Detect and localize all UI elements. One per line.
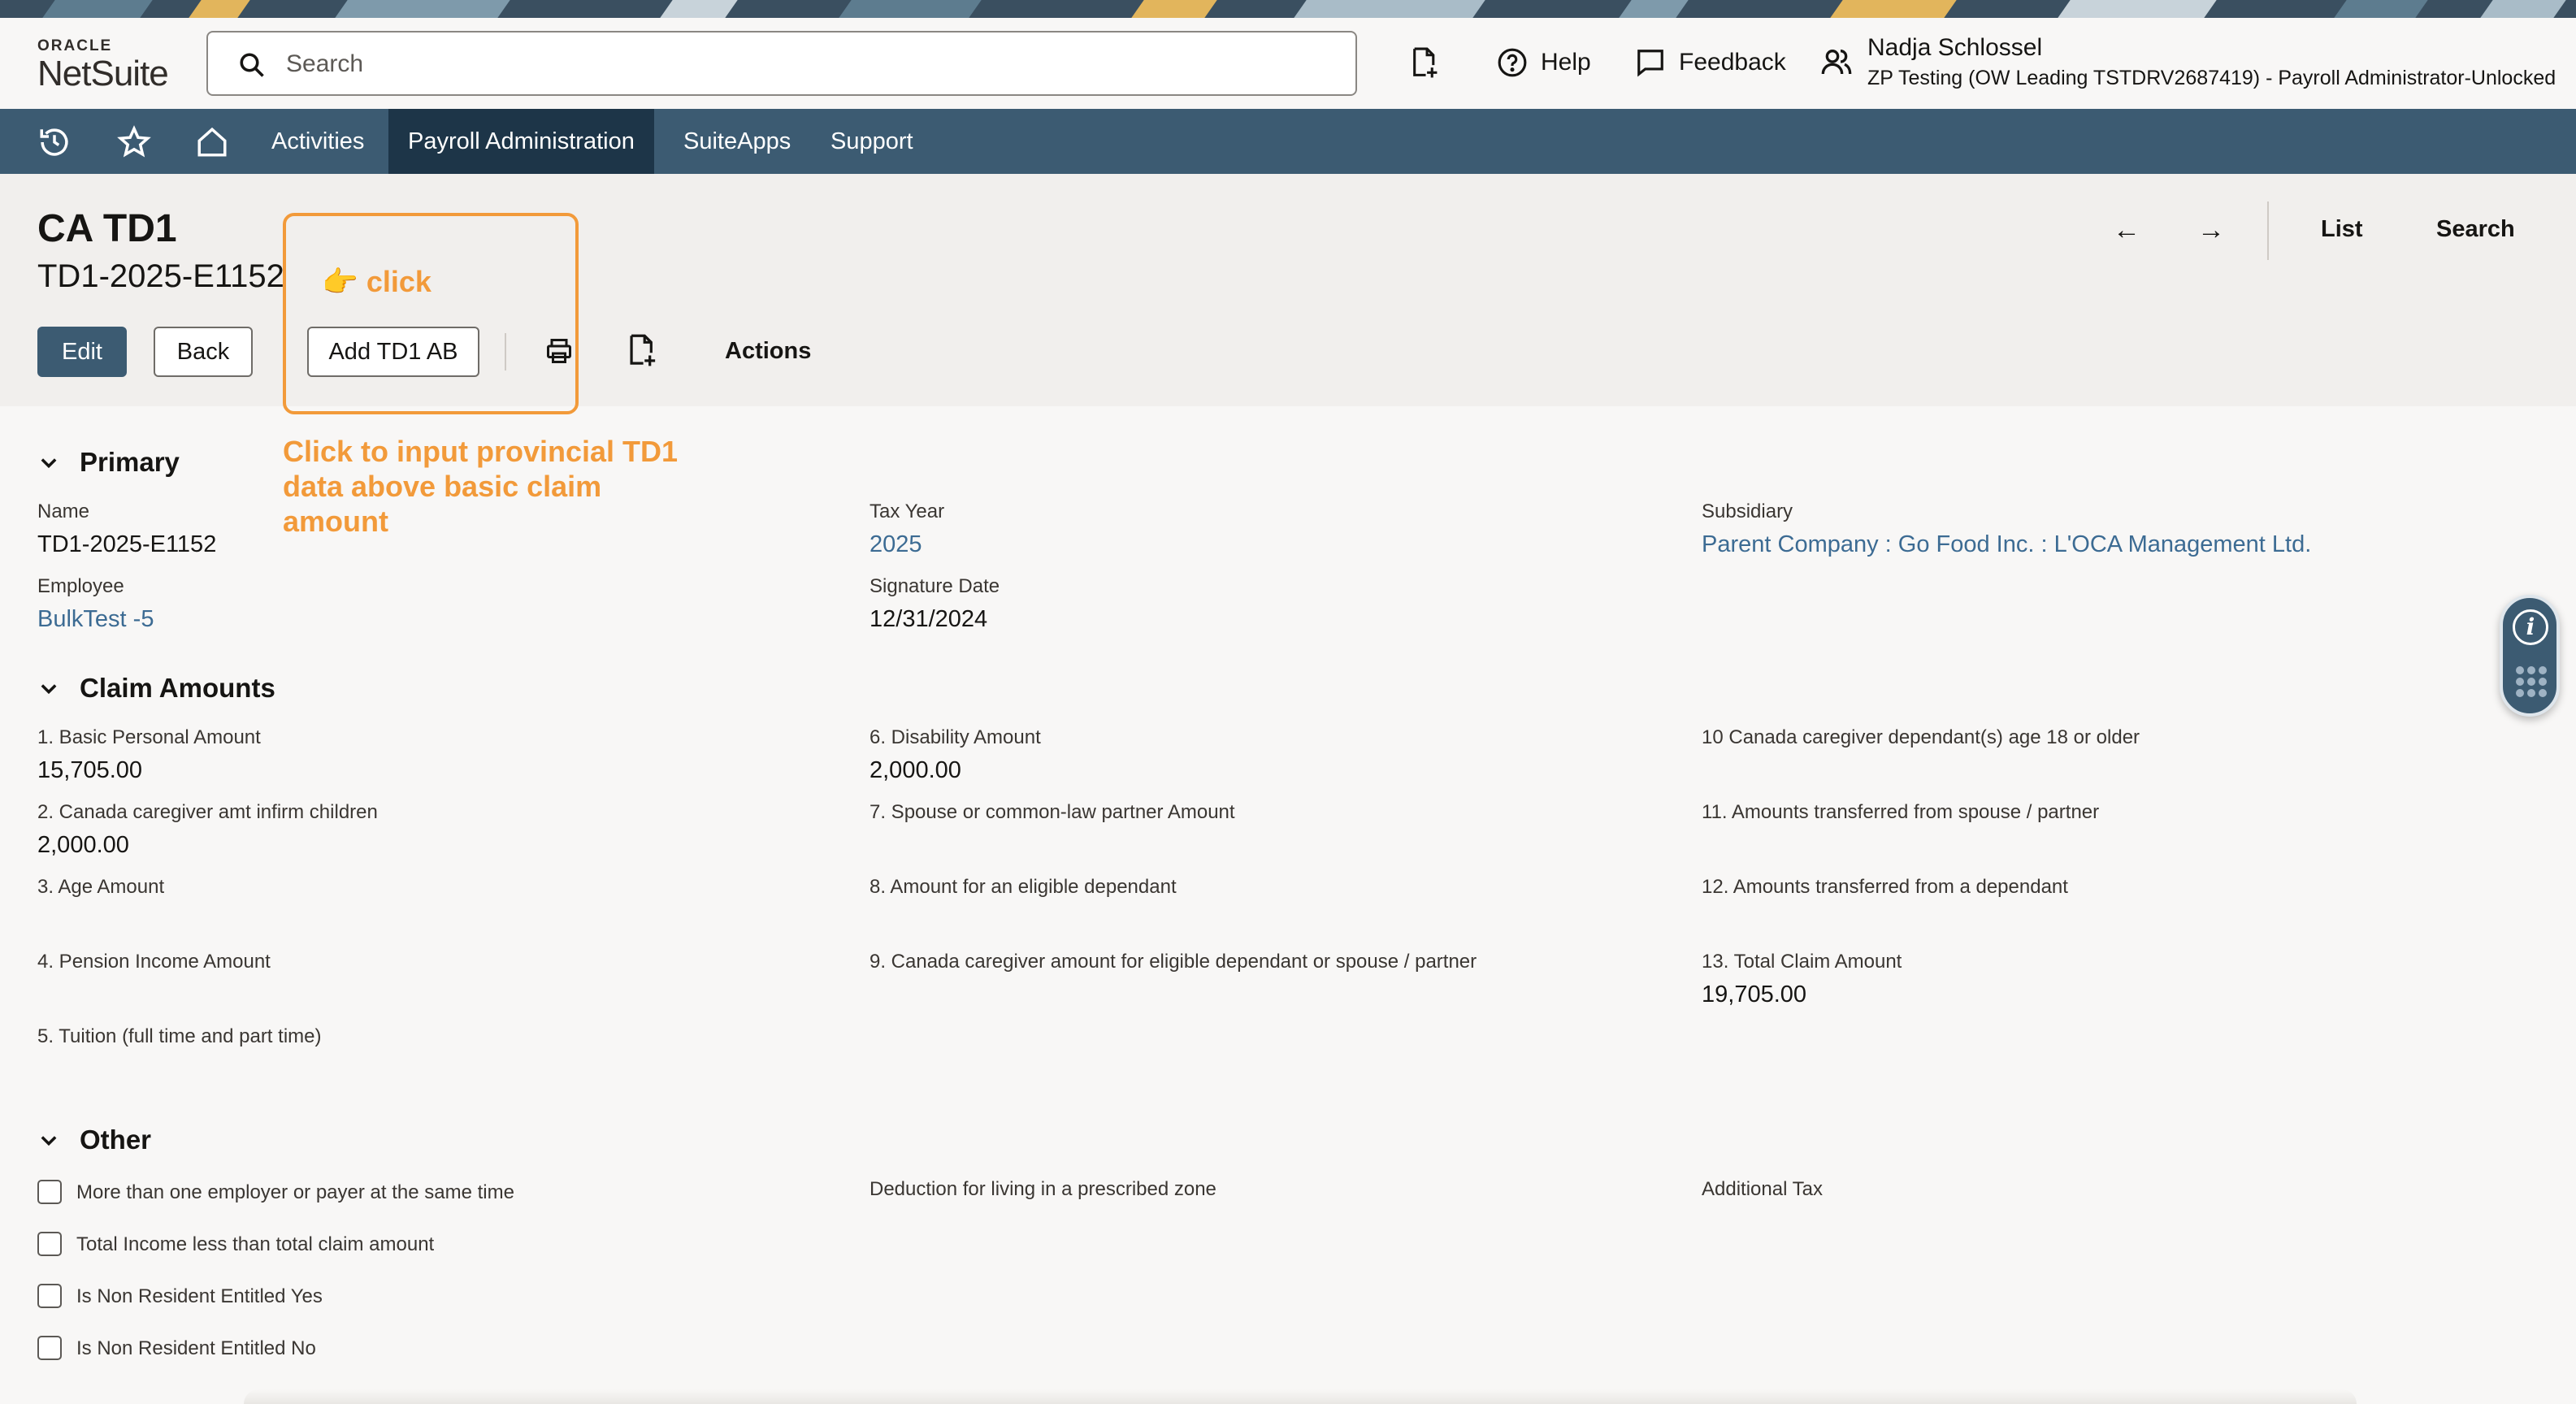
apps-grid-icon[interactable]	[2516, 666, 2547, 697]
checkbox-non-resident-no[interactable]	[37, 1336, 62, 1360]
feedback-icon	[1637, 50, 1663, 77]
checkbox-income-less-than-claim[interactable]	[37, 1232, 62, 1256]
section-primary-header[interactable]: Primary	[37, 447, 180, 478]
history-icon[interactable]	[37, 125, 72, 159]
chevron-down-icon	[41, 1136, 57, 1146]
home-icon[interactable]	[195, 125, 229, 159]
new-record-button[interactable]	[1409, 42, 1453, 83]
name-label: Name	[37, 500, 90, 522]
tab-activities[interactable]: Activities	[252, 109, 384, 174]
checkbox-non-resident-yes[interactable]	[37, 1284, 62, 1308]
checkbox-non-resident-yes-label: Is Non Resident Entitled Yes	[76, 1285, 323, 1307]
next-record-button[interactable]: →	[2197, 214, 2225, 246]
section-other-title: Other	[80, 1124, 152, 1155]
tab-suiteapps[interactable]: SuiteApps	[664, 109, 810, 174]
section-claim-amounts-header[interactable]: Claim Amounts	[37, 673, 275, 704]
user-role: ZP Testing (OW Leading TSTDRV2687419) - …	[1867, 67, 2556, 89]
help-icon	[1498, 48, 1527, 77]
subsidiary-link[interactable]: Parent Company : Go Food Inc. : L'OCA Ma…	[1702, 531, 2311, 558]
header-divider	[2267, 202, 2269, 260]
record-type-title: CA TD1	[37, 207, 177, 250]
prescribed-zone-label: Deduction for living in a prescribed zon…	[870, 1178, 1216, 1200]
employee-label: Employee	[37, 575, 124, 597]
help-label: Help	[1541, 49, 1591, 76]
help-button[interactable]: Help	[1497, 42, 1591, 83]
checkbox-non-resident-no-label: Is Non Resident Entitled No	[76, 1337, 316, 1359]
additional-tax-label: Additional Tax	[1702, 1178, 1823, 1200]
section-primary-title: Primary	[80, 447, 180, 477]
logo-netsuite-text: NetSuite	[37, 54, 169, 93]
search-link[interactable]: Search	[2436, 216, 2515, 243]
header-decoration-strip	[0, 0, 2576, 18]
checkbox-more-than-one-employer[interactable]	[37, 1180, 62, 1204]
annotation-click-label: 👉 click	[322, 265, 432, 298]
caregiver-eligible-dependant-label: 9. Canada caregiver amount for eligible …	[870, 951, 1477, 973]
annotation-note: Click to input provincial TD1 data above…	[283, 435, 679, 538]
checkbox-more-than-one-employer-label: More than one employer or payer at the s…	[76, 1181, 514, 1203]
logo-oracle-text: ORACLE	[37, 37, 113, 54]
total-claim-amount-label: 13. Total Claim Amount	[1702, 951, 1902, 973]
caregiver-dependants-18-label: 10 Canada caregiver dependant(s) age 18 …	[1702, 726, 2140, 748]
signature-date-value: 12/31/2024	[870, 606, 988, 632]
list-link[interactable]: List	[2321, 216, 2363, 243]
star-icon[interactable]	[117, 125, 151, 159]
record-id: TD1-2025-E1152	[37, 258, 284, 294]
chevron-down-icon	[41, 684, 57, 695]
search-icon	[240, 53, 264, 77]
disability-amount-label: 6. Disability Amount	[870, 726, 1041, 748]
new-record-icon[interactable]	[626, 333, 658, 367]
name-value: TD1-2025-E1152	[37, 531, 217, 557]
netsuite-logo[interactable]: ORACLE NetSuite	[37, 37, 169, 93]
signature-date-label: Signature Date	[870, 575, 1000, 597]
tab-payroll-administration[interactable]: Payroll Administration	[388, 109, 654, 174]
edit-button[interactable]: Edit	[37, 327, 127, 377]
global-search-input[interactable]: Search	[206, 31, 1357, 96]
checkbox-income-less-than-claim-label: Total Income less than total claim amoun…	[76, 1233, 435, 1255]
transferred-from-dependant-label: 12. Amounts transferred from a dependant	[1702, 876, 2068, 898]
actions-menu-button[interactable]: Actions	[725, 338, 811, 365]
section-claim-amounts-title: Claim Amounts	[80, 673, 275, 703]
global-header: ORACLE NetSuite Search Help Feedback Nad…	[0, 18, 2576, 109]
previous-record-button[interactable]: ←	[2113, 214, 2140, 246]
tuition-label: 5. Tuition (full time and part time)	[37, 1025, 322, 1047]
employee-link[interactable]: BulkTest -5	[37, 606, 154, 633]
spouse-amount-label: 7. Spouse or common-law partner Amount	[870, 801, 1235, 823]
main-navigation-bar: Activities Payroll Administration SuiteA…	[0, 109, 2576, 174]
caregiver-infirm-children-label: 2. Canada caregiver amt infirm children	[37, 801, 378, 823]
chevron-down-icon	[41, 458, 57, 469]
basic-personal-amount-value: 15,705.00	[37, 757, 143, 783]
user-name: Nadja Schlossel	[1867, 34, 2043, 61]
section-other-header[interactable]: Other	[37, 1124, 151, 1155]
info-icon[interactable]: i	[2513, 609, 2548, 645]
subsidiary-label: Subsidiary	[1702, 500, 1793, 522]
disability-amount-value: 2,000.00	[870, 757, 961, 783]
floating-help-widget[interactable]: i	[2500, 595, 2560, 717]
annotation-highlight-box	[283, 213, 579, 414]
tax-year-label: Tax Year	[870, 500, 945, 522]
tab-support[interactable]: Support	[811, 109, 933, 174]
caregiver-infirm-children-value: 2,000.00	[37, 832, 129, 858]
eligible-dependant-label: 8. Amount for an eligible dependant	[870, 876, 1177, 898]
feedback-button[interactable]: Feedback	[1635, 42, 1786, 83]
total-claim-amount-value: 19,705.00	[1702, 982, 1807, 1008]
search-placeholder: Search	[286, 50, 364, 77]
age-amount-label: 3. Age Amount	[37, 876, 165, 898]
bottom-panel-edge	[244, 1389, 2357, 1404]
tax-year-link[interactable]: 2025	[870, 531, 922, 558]
feedback-label: Feedback	[1679, 49, 1786, 76]
basic-personal-amount-label: 1. Basic Personal Amount	[37, 726, 261, 748]
pension-income-amount-label: 4. Pension Income Amount	[37, 951, 271, 973]
back-button[interactable]: Back	[154, 327, 253, 377]
user-icon	[1821, 49, 1852, 75]
transferred-from-spouse-label: 11. Amounts transferred from spouse / pa…	[1702, 801, 2100, 823]
new-record-icon	[1413, 47, 1438, 78]
